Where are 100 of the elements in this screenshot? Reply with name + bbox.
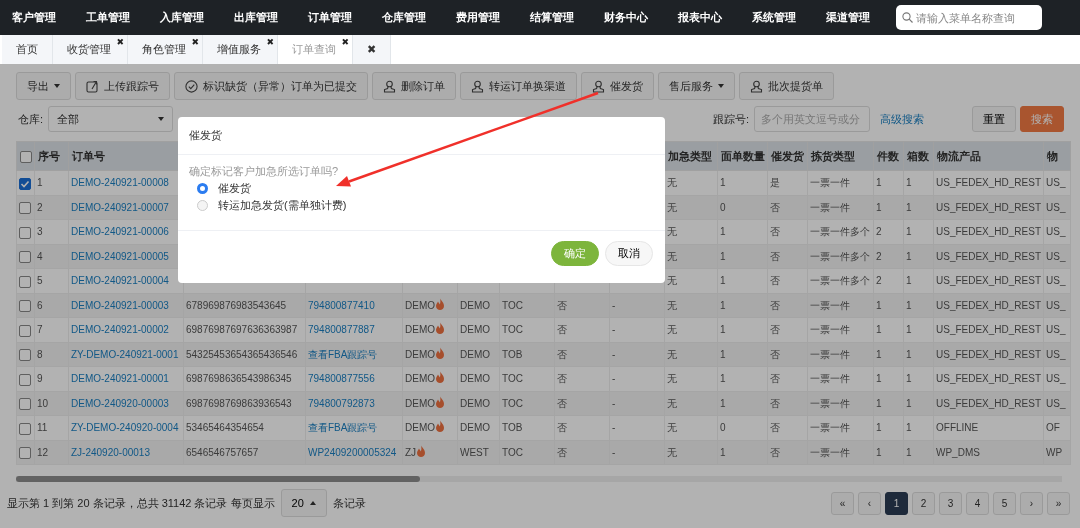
checkbox[interactable] xyxy=(19,398,31,411)
nav-menu-item[interactable]: 工单管理 xyxy=(78,9,138,26)
table-cell: 7 xyxy=(34,317,69,342)
close-tab-button[interactable]: ✖ xyxy=(341,38,349,47)
checkbox[interactable] xyxy=(19,373,31,386)
table-cell: 6546546757657 xyxy=(183,440,306,465)
checkbox[interactable] xyxy=(19,275,31,288)
checkbox[interactable] xyxy=(19,251,31,264)
table-cell: - xyxy=(609,415,665,440)
table-cell: US_ xyxy=(1043,268,1071,293)
table-cell: 一票一件 xyxy=(807,366,874,391)
page-button[interactable]: « xyxy=(831,491,854,515)
table-cell: 1 xyxy=(717,317,768,342)
nav-menu-item[interactable]: 仓库管理 xyxy=(374,9,434,26)
checkbox[interactable] xyxy=(19,324,31,337)
table-cell: 一票一件 xyxy=(807,415,874,440)
page-button[interactable]: » xyxy=(1047,491,1070,515)
table-cell: 一票一件多个 xyxy=(807,268,874,293)
nav-menu-item[interactable]: 报表中心 xyxy=(670,9,730,26)
toolbar-button[interactable]: 标识缺货（异常）订单为已提交 xyxy=(174,72,368,100)
page-button[interactable]: 3 xyxy=(939,491,962,515)
column-header: 件数 xyxy=(873,141,904,171)
table-cell: 11 xyxy=(34,415,69,440)
checkbox[interactable] xyxy=(19,226,31,239)
close-tab-button[interactable]: ✖ xyxy=(116,38,124,47)
close-tab-button[interactable]: ✖ xyxy=(191,38,199,47)
checkbox[interactable] xyxy=(19,202,31,215)
scrollbar-thumb[interactable] xyxy=(16,476,420,482)
checkbox[interactable] xyxy=(19,447,31,460)
table-cell: US_FEDEX_HD_REST xyxy=(933,195,1044,220)
table-cell: 1 xyxy=(717,219,768,244)
close-all-tab[interactable]: ✖ xyxy=(353,35,392,64)
toolbar-button[interactable]: 催发货 xyxy=(581,72,654,100)
toolbar-button[interactable]: 删除订单 xyxy=(372,72,456,100)
close-all-tab[interactable]: 首页 xyxy=(2,35,53,64)
customer-name: DEMO xyxy=(405,373,435,385)
checkbox[interactable] xyxy=(19,177,31,190)
customer-name: ZJ xyxy=(405,446,417,458)
table-cell: US_ xyxy=(1043,170,1071,195)
column-header: 面单数量 xyxy=(717,141,768,171)
search-field[interactable]: 请输入菜单名称查询 xyxy=(896,5,1042,30)
table-cell: US_FEDEX_HD_REST xyxy=(933,244,1044,269)
checkbox[interactable] xyxy=(19,422,31,435)
nav-menu-item[interactable]: 入库管理 xyxy=(152,9,212,26)
toolbar-button[interactable]: 上传跟踪号 xyxy=(75,72,170,100)
table-cell: 否 xyxy=(767,268,808,293)
table-cell: 0 xyxy=(717,415,768,440)
nav-menu-item[interactable]: 渠道管理 xyxy=(818,9,878,26)
radio-button[interactable] xyxy=(197,182,208,194)
nav-menu-item[interactable]: 出库管理 xyxy=(226,9,286,26)
column-header: 拣货类型 xyxy=(807,141,874,171)
table-cell: 69876987697636363987 xyxy=(183,317,306,342)
checkbox[interactable] xyxy=(19,349,31,362)
person-icon xyxy=(471,79,484,93)
table-cell: 1 xyxy=(717,366,768,391)
nav-menu-item[interactable]: 结算管理 xyxy=(522,9,582,26)
checkbox[interactable] xyxy=(19,300,31,313)
search-icon xyxy=(902,12,913,23)
toolbar-button[interactable]: 批次提货单 xyxy=(739,72,834,100)
tab[interactable]: 增值服务 ✖ xyxy=(203,35,278,64)
horizontal-scrollbar[interactable] xyxy=(16,476,1062,482)
reset-button[interactable]: 重置 xyxy=(972,106,1016,132)
nav-menu-item[interactable]: 系统管理 xyxy=(744,9,804,26)
check-icon xyxy=(20,178,30,189)
page-button[interactable]: 4 xyxy=(966,491,989,515)
page-button[interactable]: › xyxy=(1020,491,1043,515)
customer-name: DEMO xyxy=(405,324,435,336)
table-cell: US_FEDEX_HD_REST xyxy=(933,170,1044,195)
tab[interactable]: 收货管理 ✖ xyxy=(53,35,128,64)
page-button[interactable]: 5 xyxy=(993,491,1016,515)
select-field[interactable]: 全部 xyxy=(48,106,174,132)
table-cell: 53465464354654 xyxy=(183,415,306,440)
column-header: 加急类型 xyxy=(664,141,718,171)
nav-menu-item[interactable]: 客户管理 xyxy=(4,9,64,26)
nav-menu-item[interactable]: 订单管理 xyxy=(300,9,360,26)
table-cell: 1 xyxy=(903,170,934,195)
dialog-message: 确定标记客户加急所选订单吗? xyxy=(189,164,340,179)
page-size-dropdown[interactable]: 20 xyxy=(280,489,327,517)
page-button[interactable]: ‹ xyxy=(858,491,881,515)
nav-menu-item[interactable]: 财务中心 xyxy=(596,9,656,26)
table-cell: 无 xyxy=(664,415,718,440)
table-cell: US_FEDEX_HD_REST xyxy=(933,268,1044,293)
page-button[interactable]: 1 xyxy=(885,491,908,515)
tab[interactable]: 角色管理 ✖ xyxy=(128,35,203,64)
dialog-title: 催发货 xyxy=(189,128,222,144)
toolbar-button[interactable]: 售后服务 xyxy=(658,72,735,100)
upload-icon xyxy=(86,79,99,93)
table-cell: 否 xyxy=(554,317,610,342)
toolbar-button[interactable]: 转运订单换渠道 xyxy=(460,72,577,100)
page-button[interactable]: 2 xyxy=(912,491,935,515)
nav-menu-item[interactable]: 费用管理 xyxy=(448,9,508,26)
cancel-button[interactable]: 取消 xyxy=(605,241,653,266)
table-cell: 2 xyxy=(873,219,904,244)
advanced-search-link[interactable]: 高级搜索 xyxy=(880,110,925,128)
table-cell: 1 xyxy=(34,170,69,195)
radio-button[interactable] xyxy=(197,199,208,211)
toolbar-button[interactable]: 导出 xyxy=(16,72,71,100)
table-cell: - xyxy=(609,366,665,391)
checkbox[interactable] xyxy=(20,150,32,163)
close-tab-button[interactable]: ✖ xyxy=(266,38,274,47)
